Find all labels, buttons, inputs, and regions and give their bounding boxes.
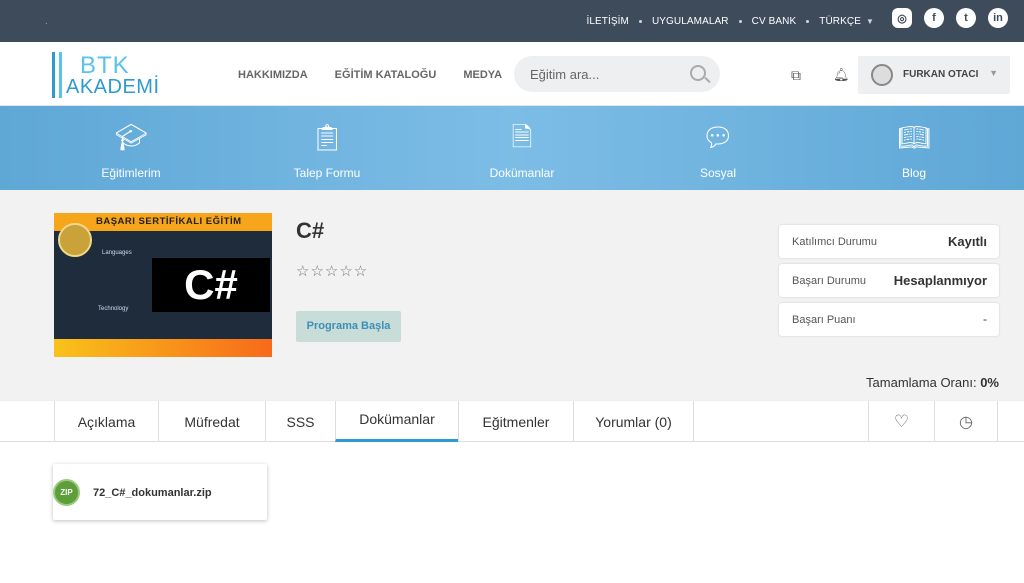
top-links: İLETİŞİM UYGULAMALAR CV BANK TÜRKÇE ▼ bbox=[586, 0, 874, 42]
tab-label: SSS bbox=[286, 413, 315, 430]
logo-text-akademi: AKADEMİ bbox=[66, 76, 160, 98]
social-links: ◎ f t in bbox=[892, 8, 1008, 28]
main-nav: HAKKIMIZDA EĞİTİM KATALOĞU MEDYA bbox=[238, 69, 502, 81]
user-menu[interactable]: FURKAN OTACI ▼ bbox=[858, 56, 1010, 94]
tab-label: Müfredat bbox=[184, 413, 240, 430]
quick-nav-request-form[interactable]: 📋︎ Talep Formu bbox=[290, 120, 364, 180]
form-icon: 📋︎ bbox=[310, 122, 344, 152]
file-name[interactable]: 72_C#_dokumanlar.zip bbox=[93, 487, 212, 499]
stat-value: Kayıtlı bbox=[947, 234, 987, 249]
top-bar-dot: . bbox=[45, 16, 48, 27]
user-name: FURKAN OTACI bbox=[903, 69, 979, 80]
tab-faq[interactable]: SSS bbox=[265, 401, 335, 442]
completion-label: Tamamlama Oranı: bbox=[866, 375, 977, 390]
cv-bank-link[interactable]: CV BANK bbox=[752, 16, 797, 27]
twitter-icon[interactable]: t bbox=[956, 8, 976, 28]
thumbnail-bottom-stripe bbox=[54, 339, 272, 357]
separator-dot bbox=[738, 19, 742, 23]
separator-dot bbox=[806, 19, 810, 23]
document-file-item[interactable]: ZIP 72_C#_dokumanlar.zip bbox=[53, 464, 267, 520]
document-icon: 🗎 bbox=[511, 122, 533, 152]
chevron-down-icon: ▼ bbox=[989, 68, 998, 78]
contact-link[interactable]: İLETİŞİM bbox=[586, 16, 628, 27]
search-input[interactable] bbox=[530, 56, 680, 92]
chevron-down-icon: ▼ bbox=[865, 16, 874, 26]
messages-icon[interactable]: ⧉ bbox=[791, 67, 807, 83]
search-icon[interactable] bbox=[690, 65, 706, 81]
language-label: TÜRKÇE bbox=[819, 15, 861, 27]
tab-label: Açıklama bbox=[77, 413, 136, 430]
graduation-cap-icon: 🎓︎ bbox=[114, 122, 148, 152]
stat-value: Hesaplanmıyor bbox=[893, 273, 987, 288]
chat-icon: 💬︎ bbox=[701, 122, 735, 152]
heart-icon[interactable]: ♡ bbox=[868, 401, 934, 442]
nav-about[interactable]: HAKKIMIZDA bbox=[238, 69, 308, 81]
quick-nav-documents[interactable]: 🗎 Dokümanlar bbox=[486, 120, 558, 180]
completion-rate: Tamamlama Oranı: 0% bbox=[866, 375, 999, 390]
quick-nav-social[interactable]: 💬︎ Sosyal bbox=[690, 120, 746, 180]
tab-label: Eğitmenler bbox=[482, 413, 550, 430]
instagram-icon[interactable]: ◎ bbox=[892, 8, 912, 28]
stat-participant-status: Katılımcı Durumu Kayıtlı bbox=[779, 225, 999, 258]
thumbnail-word: Technology bbox=[98, 306, 129, 312]
language-select[interactable]: TÜRKÇE ▼ bbox=[819, 16, 874, 27]
thumbnail-word: Languages bbox=[102, 250, 132, 256]
rating-stars[interactable]: ☆☆☆☆☆ bbox=[296, 262, 368, 280]
stat-label: Başarı Durumu bbox=[792, 275, 866, 287]
tab-curriculum[interactable]: Müfredat bbox=[158, 401, 265, 442]
course-title: C# bbox=[296, 218, 325, 243]
tab-description[interactable]: Açıklama bbox=[54, 401, 158, 442]
search-box bbox=[514, 56, 720, 92]
quick-nav-label: Blog bbox=[901, 166, 927, 180]
tab-label: Dokümanlar bbox=[359, 411, 435, 427]
zip-file-icon: ZIP bbox=[53, 479, 80, 506]
quick-nav-blog[interactable]: 📖︎ Blog bbox=[890, 120, 938, 180]
certificate-badge-icon bbox=[58, 223, 92, 257]
book-icon: 📖︎ bbox=[897, 122, 931, 152]
stat-success-status: Başarı Durumu Hesaplanmıyor bbox=[779, 264, 999, 297]
top-bar: . İLETİŞİM UYGULAMALAR CV BANK TÜRKÇE ▼ ◎… bbox=[0, 0, 1024, 42]
tab-comments[interactable]: Yorumlar (0) bbox=[573, 401, 694, 442]
start-program-button[interactable]: Programa Başla bbox=[296, 311, 401, 342]
completion-value: 0% bbox=[980, 375, 999, 390]
main-header: BTK AKADEMİ HAKKIMIZDA EĞİTİM KATALOĞU M… bbox=[0, 42, 1024, 106]
apps-link[interactable]: UYGULAMALAR bbox=[652, 16, 729, 27]
tab-documents[interactable]: Dokümanlar bbox=[335, 401, 458, 442]
nav-catalog[interactable]: EĞİTİM KATALOĞU bbox=[335, 69, 437, 81]
course-tabs: Açıklama Müfredat SSS Dokümanlar Eğitmen… bbox=[0, 400, 1024, 442]
linkedin-icon[interactable]: in bbox=[988, 8, 1008, 28]
separator-dot bbox=[638, 19, 642, 23]
btk-logo[interactable]: BTK AKADEMİ bbox=[52, 50, 177, 100]
stat-success-score: Başarı Puanı - bbox=[779, 303, 999, 336]
clock-icon[interactable]: ◷ bbox=[934, 401, 998, 442]
thumbnail-course-name: C# bbox=[152, 258, 270, 312]
quick-nav-label: Eğitimlerim bbox=[101, 166, 161, 180]
stat-label: Katılımcı Durumu bbox=[792, 236, 877, 248]
tab-label: Yorumlar (0) bbox=[595, 413, 672, 430]
avatar bbox=[871, 64, 893, 86]
quick-nav-label: Sosyal bbox=[699, 166, 737, 180]
facebook-icon[interactable]: f bbox=[924, 8, 944, 28]
stat-value: - bbox=[983, 312, 987, 326]
quick-nav-my-trainings[interactable]: 🎓︎ Eğitimlerim bbox=[95, 120, 167, 180]
quick-nav-label: Dokümanlar bbox=[489, 166, 555, 180]
thumbnail-banner-text: BAŞARI SERTİFİKALI EĞİTİM bbox=[96, 216, 242, 227]
stat-label: Başarı Puanı bbox=[792, 314, 856, 326]
course-thumbnail: BAŞARI SERTİFİKALI EĞİTİM Languages Tech… bbox=[54, 213, 272, 357]
nav-media[interactable]: MEDYA bbox=[463, 69, 502, 81]
quick-nav-label: Talep Formu bbox=[293, 166, 361, 180]
logo-mark bbox=[52, 52, 62, 98]
tab-instructors[interactable]: Eğitmenler bbox=[458, 401, 573, 442]
quick-nav-banner: 🎓︎ Eğitimlerim 📋︎ Talep Formu 🗎 Dokümanl… bbox=[0, 106, 1024, 190]
bell-icon[interactable]: 🔔︎ bbox=[833, 67, 850, 82]
